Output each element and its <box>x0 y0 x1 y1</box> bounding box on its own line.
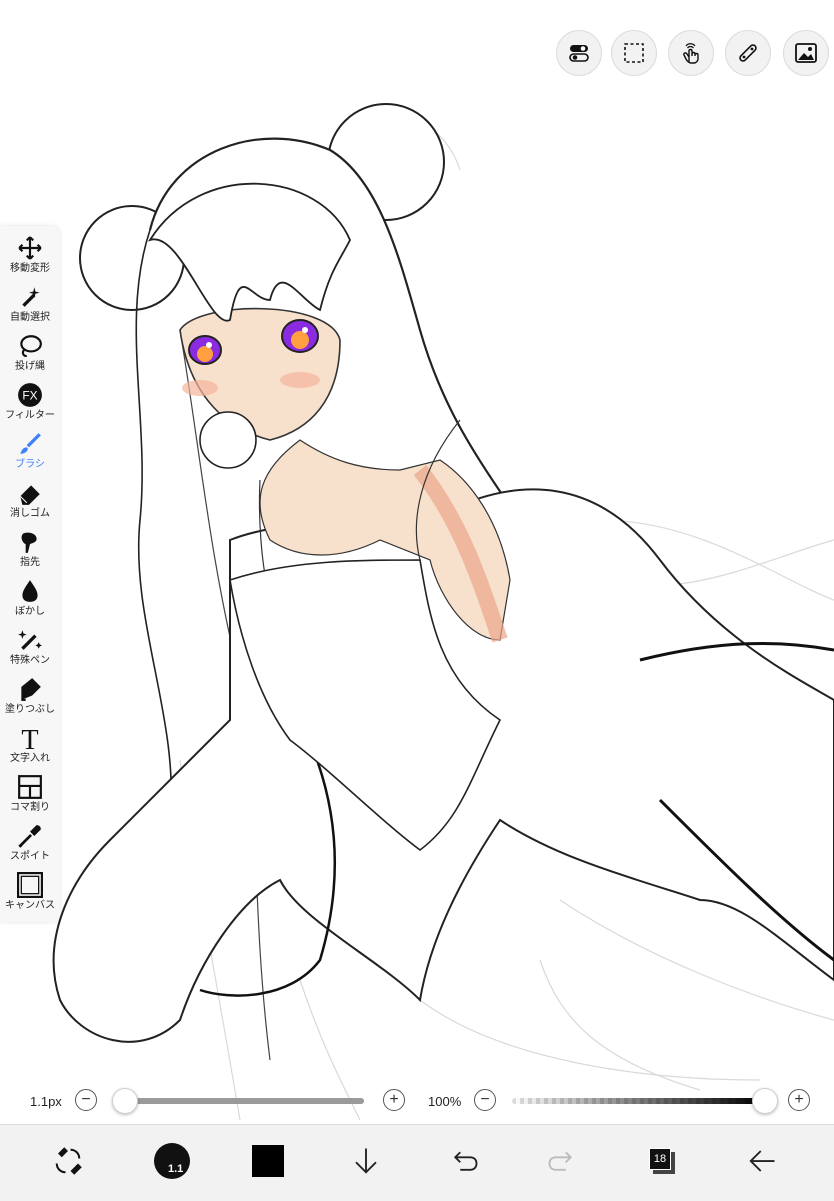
brush-size-decrease-button[interactable]: − <box>75 1089 97 1111</box>
fx-icon-text: FX <box>22 388 37 402</box>
tool-smudge[interactable]: 指先 <box>0 528 60 576</box>
tool-label: 特殊ペン <box>10 655 50 666</box>
back-button[interactable] <box>740 1139 784 1183</box>
special-pen-icon <box>16 626 44 654</box>
tool-fill[interactable]: 塗りつぶし <box>0 675 60 723</box>
brush-preview: 1.1 <box>154 1143 190 1179</box>
color-swatch <box>252 1145 284 1177</box>
layer-count: 18 <box>649 1148 671 1170</box>
opacity-track[interactable] <box>512 1098 762 1104</box>
tool-label: キャンバス <box>5 900 55 911</box>
canvas-icon <box>16 871 44 899</box>
opacity-knob[interactable] <box>752 1088 778 1114</box>
selection-icon[interactable] <box>611 30 657 76</box>
tool-canvas[interactable]: キャンバス <box>0 871 60 919</box>
tool-filter[interactable]: FX フィルター <box>0 381 60 429</box>
ruler-icon[interactable] <box>725 30 771 76</box>
opacity-decrease-button[interactable]: − <box>474 1089 496 1111</box>
redo-button[interactable] <box>540 1139 584 1183</box>
arrow-down-icon <box>355 1148 377 1174</box>
lasso-icon <box>16 332 44 360</box>
drawing-canvas[interactable] <box>0 0 834 1200</box>
tool-eyedropper[interactable]: スポイト <box>0 822 60 870</box>
tool-text[interactable]: T 文字入れ <box>0 724 60 772</box>
tool-label: 文字入れ <box>10 753 50 764</box>
tool-auto-select[interactable]: 自動選択 <box>0 283 60 331</box>
tool-lasso[interactable]: 投げ縄 <box>0 332 60 380</box>
move-icon <box>16 234 44 262</box>
tool-blur[interactable]: ぼかし <box>0 577 60 625</box>
eraser-icon <box>16 479 44 507</box>
tool-eraser[interactable]: 消しゴム <box>0 479 60 527</box>
brush-preview-button[interactable]: 1.1 <box>150 1139 194 1183</box>
brush-icon <box>16 430 44 458</box>
brush-size-increase-button[interactable]: + <box>383 1089 405 1111</box>
tool-label: コマ割り <box>10 802 50 813</box>
tool-palette: 移動変形 自動選択 投げ縄 FX フィルター ブラシ 消しゴム 指先 ぼかし 特… <box>0 226 60 922</box>
layers-button[interactable]: 18 <box>640 1139 684 1183</box>
toggle-icon[interactable] <box>556 30 602 76</box>
tool-label: 自動選択 <box>10 312 50 323</box>
undo-icon <box>453 1151 478 1171</box>
tool-label: 消しゴム <box>10 508 50 519</box>
panel-icon <box>16 773 44 801</box>
undo-button[interactable] <box>442 1139 486 1183</box>
text-icon: T <box>16 724 44 752</box>
pen-eraser-swap-icon <box>55 1147 82 1175</box>
text-icon-glyph: T <box>21 725 38 751</box>
tool-label: 塗りつぶし <box>4 704 56 715</box>
tool-move[interactable]: 移動変形 <box>0 234 60 282</box>
tool-panel[interactable]: コマ割り <box>0 773 60 821</box>
tool-label: ぼかし <box>15 606 45 617</box>
smudge-icon <box>16 528 44 556</box>
tool-brush[interactable]: ブラシ <box>0 430 60 478</box>
tool-label: 指先 <box>20 557 40 568</box>
fill-icon <box>16 675 44 703</box>
brush-preview-size: 1.1 <box>168 1163 184 1175</box>
tool-label: 移動変形 <box>10 263 50 274</box>
fx-icon: FX <box>16 381 44 409</box>
bottom-toolbar: 1.1 18 <box>0 1124 834 1201</box>
brush-size-track[interactable] <box>124 1098 364 1104</box>
touch-gesture-icon[interactable] <box>668 30 714 76</box>
opacity-value: 100% <box>428 1094 462 1109</box>
opacity-increase-button[interactable]: + <box>788 1089 810 1111</box>
arrow-left-icon <box>749 1150 775 1172</box>
layers-icon: 18 <box>649 1148 675 1174</box>
tool-label: 投げ縄 <box>15 361 45 372</box>
tool-special-pen[interactable]: 特殊ペン <box>0 626 60 674</box>
redo-icon <box>548 1151 573 1171</box>
brush-size-knob[interactable] <box>112 1088 138 1114</box>
brush-size-value: 1.1px <box>30 1094 62 1109</box>
tool-label: フィルター <box>5 410 55 421</box>
tool-label: ブラシ <box>15 459 45 470</box>
magic-wand-icon <box>16 283 44 311</box>
download-button[interactable] <box>344 1139 388 1183</box>
image-icon[interactable] <box>783 30 829 76</box>
tool-label: スポイト <box>10 851 50 862</box>
color-button[interactable] <box>246 1139 290 1183</box>
blur-icon <box>16 577 44 605</box>
swap-tool-button[interactable] <box>46 1139 90 1183</box>
eyedropper-icon <box>16 822 44 850</box>
